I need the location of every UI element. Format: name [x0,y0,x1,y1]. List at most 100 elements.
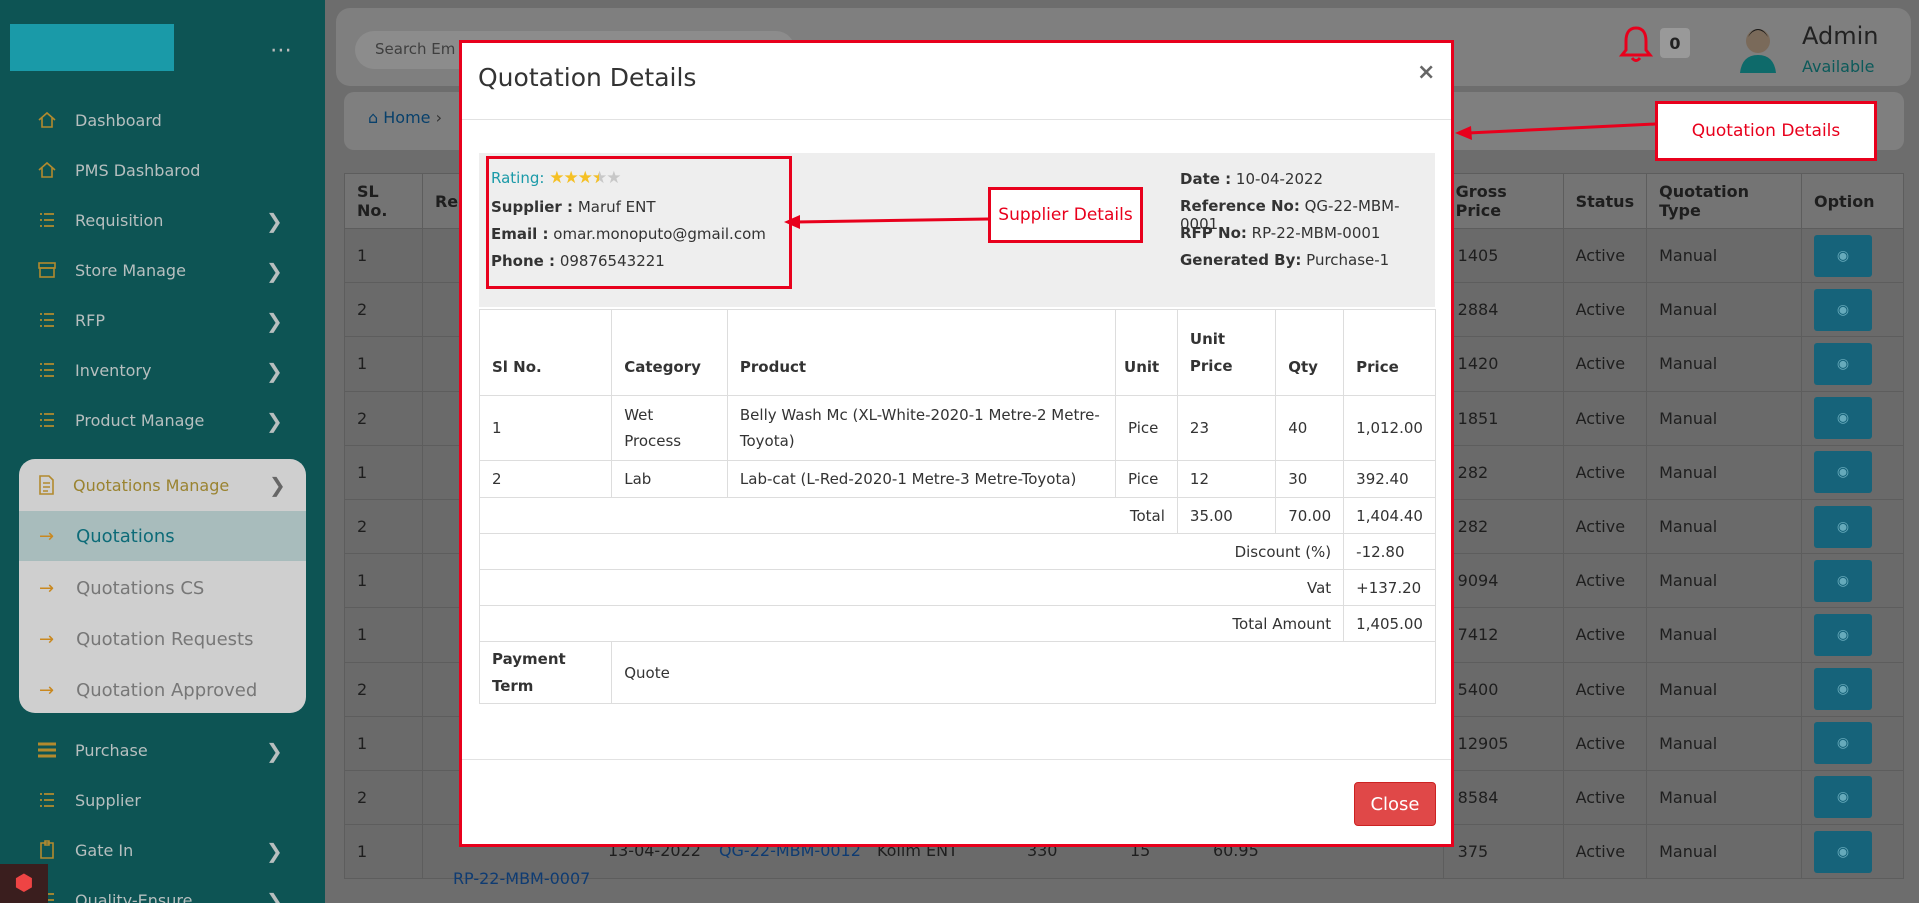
column-header-qty: Qty [1275,309,1345,396]
home-icon: ⌂ [368,108,384,127]
sidebar-item-purchase[interactable]: Purchase ❯ [36,733,283,767]
app-logo[interactable] [10,24,174,71]
user-status: Available [1802,57,1875,76]
breadcrumb-home-link[interactable]: Home [383,108,430,127]
view-eye-button[interactable]: ◉ [1814,668,1872,711]
sidebar-subitem-label: Quotation Requests [76,628,254,650]
close-button[interactable]: Close [1354,782,1436,826]
generated-label: Generated By: [1180,251,1302,269]
sidebar-item-product-manage[interactable]: Product Manage ❯ [36,403,283,437]
sidebar-subitem-quotations[interactable]: → Quotations [19,511,306,561]
sidebar-item-supplier[interactable]: Supplier [36,783,141,817]
view-eye-button[interactable]: ◉ [1814,342,1872,385]
row-price: 1,012.00 [1343,395,1436,461]
sidebar-item-store-manage[interactable]: Store Manage ❯ [36,253,283,287]
view-eye-button[interactable]: ◉ [1814,234,1872,277]
sidebar-item-label: Quality-Ensure [75,890,193,903]
chevron-right-icon: ❯ [266,209,283,233]
list-icon [36,209,58,231]
discount-label: Discount (%) [478,533,1345,570]
sidebar-item-inventory[interactable]: Inventory ❯ [36,353,283,387]
list-icon [36,739,58,761]
view-eye-button[interactable]: ◉ [1814,613,1872,656]
sidebar-item-requisition[interactable]: Requisition ❯ [36,203,283,237]
arrow-right-icon: → [39,525,55,547]
sidebar-item-dashboard[interactable]: Dashboard [36,103,162,137]
supplier-rating: Rating: ★★★★★★ [491,168,621,188]
arrow-right-icon: → [39,628,55,650]
row-rfp-link[interactable]: RP-22-MBM-0007 [453,869,590,888]
total-row: Total 35.00 70.00 1,404.40 [479,497,1436,534]
eye-icon: ◉ [1836,735,1850,752]
sidebar-subitem-quotations-cs[interactable]: → Quotations CS [19,563,306,613]
row-status: Active [1562,553,1648,609]
total-label: Total [479,497,1178,534]
quotation-generated-by: Generated By: Purchase-1 [1180,251,1389,269]
view-eye-button[interactable]: ◉ [1814,505,1872,548]
sidebar-subitem-quotation-approved[interactable]: → Quotation Approved [19,665,306,715]
eye-icon: ◉ [1836,626,1850,643]
supplier-value: Maruf ENT [577,198,656,216]
chevron-right-icon: ❯ [266,739,283,763]
view-eye-button[interactable]: ◉ [1814,559,1872,602]
notification-bell-icon[interactable] [1618,24,1654,64]
row-status: Active [1562,661,1648,717]
laravel-logo-icon[interactable]: ⬢ [0,864,48,903]
column-header-category: Category [611,309,728,396]
user-name[interactable]: Admin [1802,22,1879,50]
quotation-date: Date : 10-04-2022 [1180,170,1323,188]
breadcrumb: ⌂ Home › [368,108,442,127]
row-option: ◉ [1801,444,1904,500]
row-status: Active [1562,498,1648,555]
eye-icon: ◉ [1836,572,1850,589]
row-option: ◉ [1801,607,1904,663]
row-gross-price: 9094 [1442,553,1564,609]
payment-term-label: Payment Term [478,641,613,704]
supplier-name: Supplier : Maruf ENT [491,198,656,216]
chevron-right-icon: ❯ [266,359,283,383]
column-header-gross-price[interactable]: Gross Price [1442,173,1564,229]
sidebar-item-label: Purchase [75,740,148,760]
vat-label: Vat [478,569,1345,606]
view-eye-button[interactable]: ◉ [1814,451,1872,494]
column-header-sl-no[interactable]: SL No. [344,173,423,229]
modal-close-icon[interactable]: × [1417,60,1435,85]
rfp-label: RFP No: [1180,224,1247,242]
home-icon [36,109,58,131]
row-gross-price: 282 [1442,498,1564,555]
row-option: ◉ [1801,553,1904,609]
sidebar-item-quotations-manage[interactable]: Quotations Manage ❯ [19,459,306,511]
table-row: 2 Lab Lab-cat (L-Red-2020-1 Metre-3 Metr… [478,460,1436,498]
quotation-info-panel: Rating: ★★★★★★ Supplier : Maruf ENT Emai… [479,153,1435,307]
row-option: ◉ [1801,661,1904,717]
row-gross-price: 5400 [1442,661,1564,717]
sidebar-item-gate-in[interactable]: Gate In ❯ [36,833,283,867]
view-eye-button[interactable]: ◉ [1814,830,1872,873]
modal-title: Quotation Details [478,63,697,92]
sidebar-item-pms-dashboard[interactable]: PMS Dashbarod [36,153,200,187]
column-header-sl-no: Sl No. [478,309,613,396]
column-header-quotation-type[interactable]: Quotation Type [1646,173,1802,229]
list-icon [36,789,58,811]
sidebar-item-label: Inventory [75,360,152,380]
row-quotation-type: Manual [1646,769,1802,826]
user-avatar[interactable] [1734,21,1782,73]
view-eye-button[interactable]: ◉ [1814,397,1872,440]
home-icon [36,159,58,181]
sidebar-item-quality-ensure[interactable]: Quality-Ensure ❯ [36,883,283,903]
view-eye-button[interactable]: ◉ [1814,776,1872,819]
column-header-status[interactable]: Status [1562,173,1648,229]
row-sl: 2 [478,460,613,498]
sidebar-subitem-quotation-requests[interactable]: → Quotation Requests [19,614,306,664]
view-eye-button[interactable]: ◉ [1814,722,1872,765]
sidebar-item-rfp[interactable]: RFP ❯ [36,303,283,337]
sidebar-item-label: Quotations Manage [73,475,230,495]
supplier-details-annotation: Supplier Details [988,187,1143,243]
row-sl: 1 [344,227,423,284]
row-sl: 1 [344,553,423,609]
email-label: Email : [491,225,549,243]
sidebar-menu-dots-icon[interactable]: ⋯ [270,38,293,63]
row-gross-price: 1405 [1442,227,1564,284]
view-eye-button[interactable]: ◉ [1814,288,1872,331]
supplier-email: Email : omar.monoputo@gmail.com [491,225,766,243]
